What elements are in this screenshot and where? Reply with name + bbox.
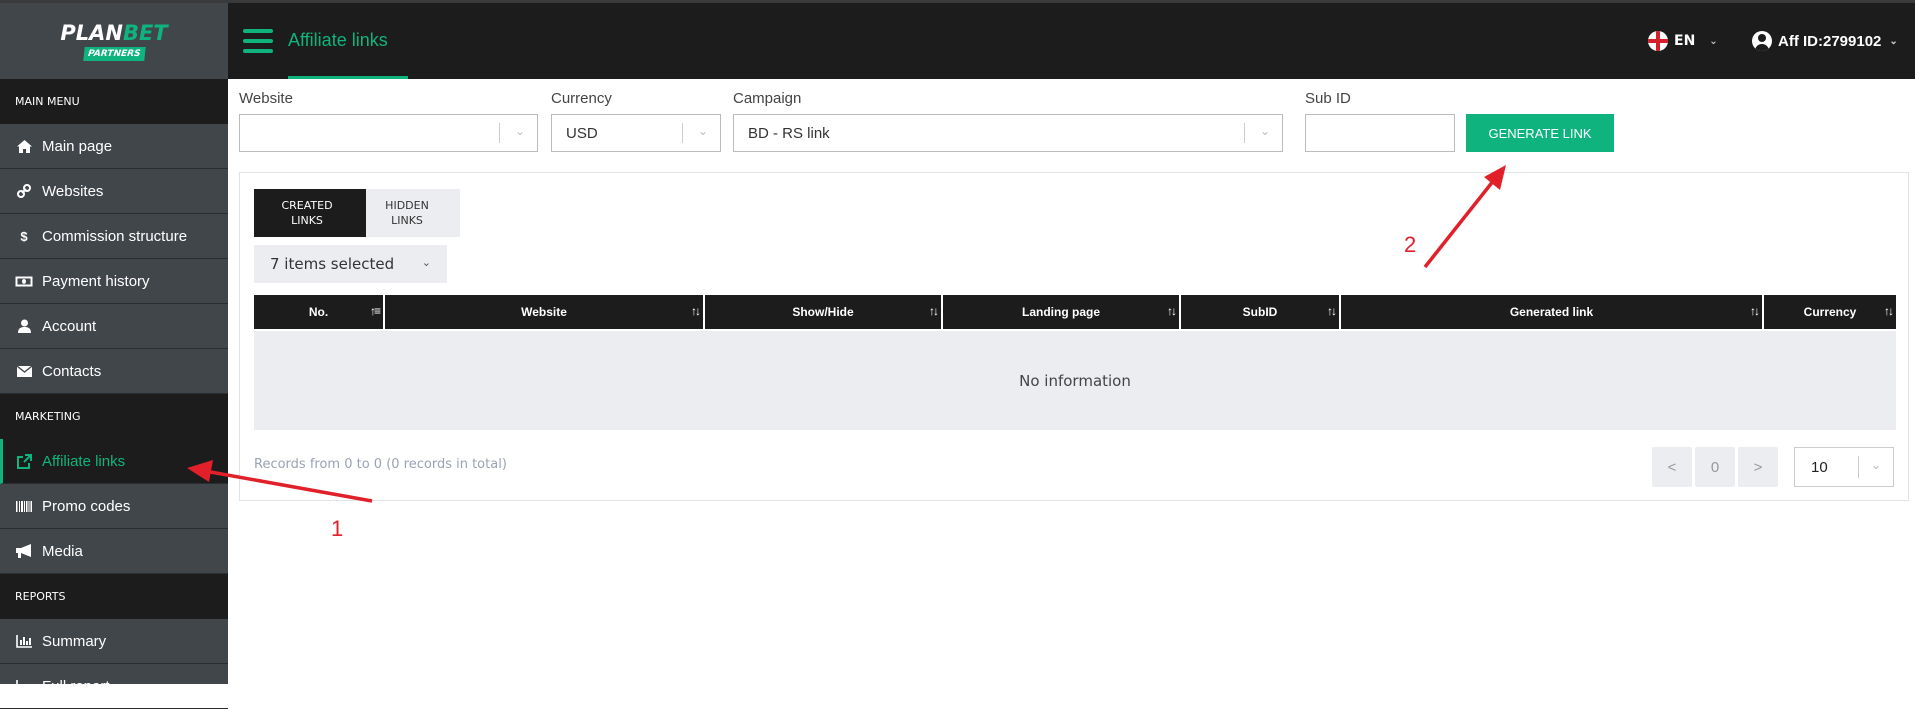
column-header-no[interactable]: No. ↑≡ [254, 295, 383, 329]
prev-page-button[interactable]: < [1652, 447, 1692, 487]
money-bill-icon [14, 276, 34, 287]
planbet-partners-logo[interactable]: PLANBET PARTNERS [0, 3, 228, 79]
currency-label: Currency [551, 90, 612, 107]
sidebar-item-label: Commission structure [42, 227, 188, 245]
sidebar-item-summary[interactable]: Summary [0, 619, 228, 664]
logo-badge: PARTNERS [83, 46, 145, 61]
chevron-down-icon: ⌄ [1870, 458, 1881, 472]
currency-value: USD [566, 124, 598, 142]
table-empty-state: No information [254, 331, 1896, 430]
sidebar-item-label: Contacts [42, 362, 102, 380]
chevron-down-icon: ⌄ [1259, 124, 1270, 138]
user-menu[interactable]: Aff ID:2799102 ⌄ [1752, 31, 1898, 51]
currency-select[interactable]: USD ⌄ [551, 114, 721, 152]
sidebar-item-label: Media [42, 542, 83, 560]
sidebar-item-label: Affiliate links [42, 452, 126, 470]
table-header: No. ↑≡ Website ↑↓ Show/Hide ↑↓ Landing p… [254, 295, 1896, 329]
section-main-menu: MAIN MENU [0, 79, 228, 124]
sort-icon[interactable]: ↑↓ [1884, 304, 1894, 318]
subid-input[interactable] [1305, 114, 1455, 152]
link-tabs: CREATED LINKS HIDDEN LINKS [254, 189, 460, 237]
generate-link-button[interactable]: GENERATE LINK [1466, 114, 1614, 152]
sidebar-item-contacts[interactable]: Contacts [0, 349, 228, 394]
megaphone-icon [14, 544, 34, 558]
campaign-select[interactable]: BD - RS link ⌄ [733, 114, 1283, 152]
sidebar-item-main-page[interactable]: Main page [0, 124, 228, 169]
chevron-down-icon: ⌄ [1889, 35, 1898, 47]
england-flag-icon [1648, 31, 1668, 51]
link-icon [14, 184, 34, 198]
sidebar-item-commission-structure[interactable]: $ Commission structure [0, 214, 228, 259]
sidebar-item-full-report[interactable]: Full report [0, 664, 228, 709]
chevron-down-icon: ⌄ [421, 256, 431, 269]
home-icon [14, 139, 34, 153]
logo-plan: PLAN [60, 20, 123, 45]
envelope-icon [14, 365, 34, 377]
top-header: Affiliate links EN ⌄ Aff ID:2799102 ⌄ [228, 3, 1915, 79]
section-reports: REPORTS [0, 574, 228, 619]
sort-icon[interactable]: ↑↓ [1750, 304, 1760, 318]
hamburger-menu-icon[interactable] [243, 29, 273, 53]
external-link-icon [14, 453, 34, 469]
sidebar-item-account[interactable]: Account [0, 304, 228, 349]
user-icon [14, 319, 34, 333]
website-label: Website [239, 90, 293, 107]
sidebar-item-label: Payment history [42, 272, 150, 290]
sidebar-item-affiliate-links[interactable]: Affiliate links [0, 439, 228, 484]
sidebar-item-label: Main page [42, 137, 113, 155]
next-page-button[interactable]: > [1738, 447, 1778, 487]
links-panel: CREATED LINKS HIDDEN LINKS 7 items selec… [239, 172, 1909, 501]
sort-ascending-icon[interactable]: ↑≡ [370, 304, 381, 318]
chevron-down-icon: ⌄ [1709, 35, 1718, 47]
bar-chart-icon [14, 634, 34, 648]
chart-icon [14, 679, 34, 693]
column-header-show-hide[interactable]: Show/Hide ↑↓ [705, 295, 941, 329]
sidebar-item-payment-history[interactable]: Payment history [0, 259, 228, 304]
per-page-select[interactable]: 10 ⌄ [1794, 447, 1894, 487]
logo-bet: BET [122, 20, 168, 45]
sidebar-item-label: Websites [42, 182, 104, 200]
page-title: Affiliate links [288, 30, 388, 50]
annotation-step-2: 2 [1404, 232, 1417, 257]
campaign-value: BD - RS link [748, 124, 830, 142]
tab-hidden-links[interactable]: HIDDEN LINKS [372, 198, 442, 228]
sort-icon[interactable]: ↑↓ [929, 304, 939, 318]
column-header-landing-page[interactable]: Landing page ↑↓ [943, 295, 1179, 329]
sort-icon[interactable]: ↑↓ [1167, 304, 1177, 318]
sort-icon[interactable]: ↑↓ [1327, 304, 1337, 318]
language-selector[interactable]: EN ⌄ [1648, 31, 1718, 51]
sidebar-item-label: Promo codes [42, 497, 131, 515]
column-header-currency[interactable]: Currency ↑↓ [1764, 295, 1896, 329]
user-circle-icon [1752, 31, 1772, 51]
dollar-icon: $ [20, 228, 28, 244]
section-marketing: MARKETING [0, 394, 228, 439]
column-header-subid[interactable]: SubID ↑↓ [1181, 295, 1339, 329]
per-page-value: 10 [1811, 458, 1828, 476]
campaign-label: Campaign [733, 90, 802, 107]
records-summary: Records from 0 to 0 (0 records in total) [254, 457, 507, 472]
sidebar-item-label: Account [42, 317, 97, 335]
chevron-down-icon: ⌄ [697, 124, 708, 138]
sidebar-item-promo-codes[interactable]: Promo codes [0, 484, 228, 529]
current-page[interactable]: 0 [1695, 447, 1735, 487]
sidebar-item-label: Summary [42, 632, 107, 650]
barcode-icon [14, 500, 34, 512]
sidebar-item-media[interactable]: Media [0, 529, 228, 574]
column-selector-value: 7 items selected [270, 255, 395, 273]
affiliate-id: Aff ID:2799102 [1778, 32, 1882, 50]
sidebar-item-label: Full report [42, 677, 110, 695]
subid-label: Sub ID [1305, 90, 1351, 107]
annotation-step-1: 1 [331, 516, 344, 541]
column-header-generated-link[interactable]: Generated link ↑↓ [1341, 295, 1762, 329]
website-select[interactable]: ⌄ [239, 114, 538, 152]
tab-created-links-label[interactable]: CREATED LINKS [264, 198, 350, 228]
title-underline [288, 76, 408, 79]
chevron-down-icon: ⌄ [514, 124, 525, 138]
sidebar: PLANBET PARTNERS MAIN MENU Main page Web… [0, 3, 228, 709]
language-code: EN [1674, 33, 1696, 49]
sidebar-item-websites[interactable]: Websites [0, 169, 228, 214]
column-header-website[interactable]: Website ↑↓ [385, 295, 703, 329]
column-selector[interactable]: 7 items selected ⌄ [254, 245, 447, 283]
sort-icon[interactable]: ↑↓ [691, 304, 701, 318]
